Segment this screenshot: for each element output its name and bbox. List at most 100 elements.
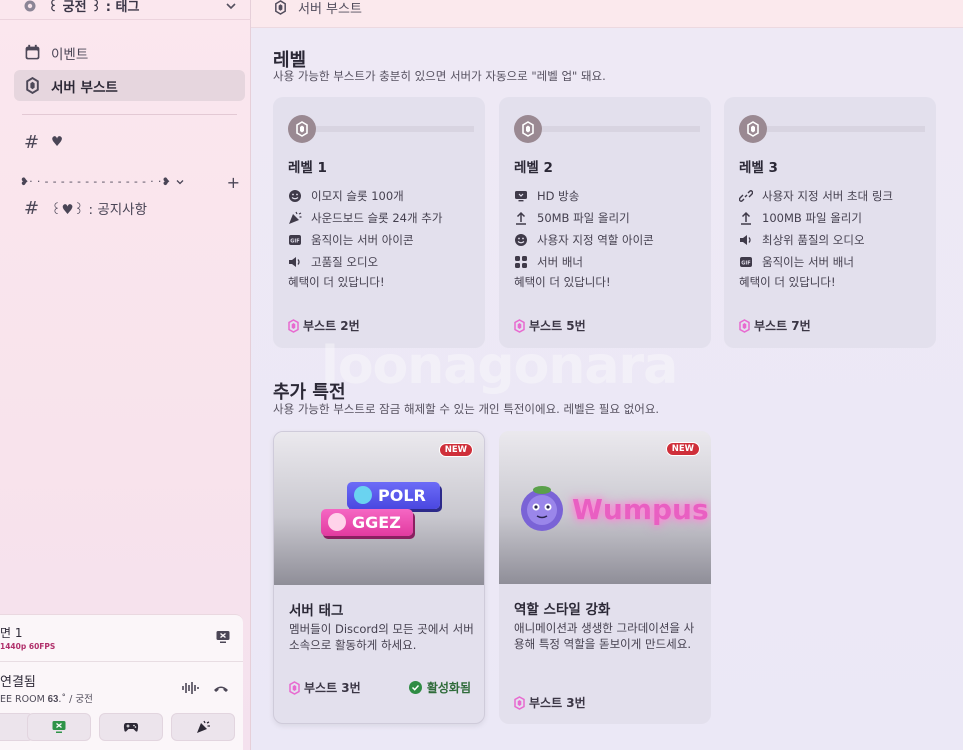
boost-gem-icon bbox=[275, 0, 286, 15]
boost-requirement: 부스트 3번 bbox=[514, 694, 586, 711]
new-badge: NEW bbox=[438, 443, 473, 457]
perk-item: 100MB 파일 올리기 bbox=[739, 207, 929, 229]
boost-gem-icon bbox=[26, 77, 39, 94]
boost-gem-icon bbox=[288, 318, 299, 333]
screen-icon bbox=[515, 191, 527, 202]
perk-item: HD 방송 bbox=[514, 185, 704, 207]
more-perks-text: 혜택이 더 있답니다! bbox=[514, 275, 611, 289]
perk-item: 사용자 지정 역할 아이콘 bbox=[514, 229, 704, 251]
feature-title: 서버 태그 bbox=[289, 603, 344, 619]
speaker-icon bbox=[289, 257, 300, 267]
boost-gem-icon bbox=[739, 318, 750, 333]
level-card-1: 레벨 1 이모지 슬롯 100개 사운드보드 슬롯 24개 추가 GIF 움직이는… bbox=[273, 97, 485, 348]
heart-icon bbox=[328, 513, 346, 531]
server-tag-card[interactable]: NEW POLR GGEZ 서버 태그 멤버들이 Discord의 모든 곳에서… bbox=[273, 431, 485, 724]
level-progress-bar bbox=[316, 126, 474, 132]
speaker-icon bbox=[740, 235, 751, 245]
category-label: ❥· · - - - - - - - - - - - - - · ·❥ bbox=[20, 176, 172, 188]
gamepad-icon bbox=[123, 723, 139, 732]
server-header[interactable]: ꒰ 궁전 ꒱ : 태그 bbox=[0, 0, 251, 20]
boost-gem-icon bbox=[514, 318, 525, 333]
voice-panel: 면 1 1440p 60FPS 연결됨 EE ROOM 𝟔𝟑.˚ / 궁전 bbox=[0, 614, 243, 750]
calendar-icon bbox=[25, 44, 40, 60]
role-style-illustration: NEW Wumpus bbox=[499, 431, 711, 584]
perk-item: 50MB 파일 올리기 bbox=[514, 207, 704, 229]
level-card-3: 레벨 3 사용자 지정 서버 초대 링크 100MB 파일 올리기 최상위 품질… bbox=[724, 97, 936, 348]
wumpus-icon bbox=[521, 486, 563, 531]
boost-gem-icon bbox=[289, 680, 300, 695]
soundboard-icon bbox=[289, 211, 302, 224]
perk-list: HD 방송 50MB 파일 올리기 사용자 지정 역할 아이콘 서버 배너 bbox=[514, 185, 704, 273]
stop-stream-icon[interactable] bbox=[215, 629, 231, 645]
wumpus-role-name: Wumpus bbox=[572, 493, 709, 526]
more-perks-text: 혜택이 더 있답니다! bbox=[288, 275, 385, 289]
level-badge bbox=[514, 115, 542, 143]
feature-description: 멤버들이 Discord의 모든 곳에서 서버 소속으로 활동하게 하세요. bbox=[289, 622, 474, 652]
new-badge: NEW bbox=[665, 442, 700, 456]
perk-list: 이모지 슬롯 100개 사운드보드 슬롯 24개 추가 GIF 움직이는 서버 아… bbox=[288, 185, 478, 273]
level-name: 레벨 2 bbox=[514, 160, 553, 176]
feature-description: 애니메이션과 생생한 그라데이션을 사용해 특정 역할을 돋보이게 만드세요. bbox=[514, 621, 695, 651]
channel-announcements[interactable]: # ꒰♥꒱ : 공지사항 bbox=[14, 196, 245, 220]
feature-title: 역할 스타일 강화 bbox=[514, 602, 611, 618]
channel-heart[interactable]: # ♥ bbox=[14, 130, 245, 154]
upload-icon bbox=[741, 211, 751, 225]
hash-icon: # bbox=[24, 131, 40, 153]
activity-button[interactable] bbox=[99, 713, 163, 741]
gif-icon: GIF bbox=[289, 235, 301, 245]
boost-requirement: 부스트 3번 bbox=[289, 679, 361, 696]
level-name: 레벨 1 bbox=[288, 160, 327, 176]
perk-item: 사운드보드 슬롯 24개 추가 bbox=[288, 207, 478, 229]
connection-channel[interactable]: EE ROOM 𝟔𝟑.˚ / 궁전 bbox=[0, 691, 93, 705]
page-header: 서버 부스트 bbox=[251, 0, 963, 28]
stream-title: 면 1 bbox=[0, 626, 23, 640]
role-style-card[interactable]: NEW Wumpus 역할 스타일 강화 애니메이션과 생생한 그라데이션을 사… bbox=[499, 431, 711, 724]
server-name: ꒰ 궁전 ꒱ : 태그 bbox=[48, 0, 140, 15]
perk-item: 최상위 품질의 오디오 bbox=[739, 229, 929, 251]
chevron-down-icon bbox=[176, 180, 184, 185]
perk-item: 고품질 오디오 bbox=[288, 251, 478, 273]
soundboard-button[interactable] bbox=[171, 713, 235, 741]
level-badge bbox=[288, 115, 316, 143]
sidebar-item-server-boost[interactable]: 서버 부스트 bbox=[14, 70, 245, 101]
tag-pill-polr: POLR bbox=[347, 482, 440, 509]
perk-item: 서버 배너 bbox=[514, 251, 704, 273]
chevron-down-icon[interactable] bbox=[225, 0, 237, 12]
active-status: 활성화됨 bbox=[408, 679, 471, 696]
sidebar-item-events[interactable]: 이벤트 bbox=[14, 37, 245, 68]
hash-icon: # bbox=[24, 197, 40, 219]
svg-text:GIF: GIF bbox=[290, 238, 299, 244]
boost-requirement: 부스트 5번 bbox=[514, 317, 586, 334]
more-perks-text: 혜택이 더 있답니다! bbox=[739, 275, 836, 289]
perk-item: GIF 움직이는 서버 배너 bbox=[739, 251, 929, 273]
perk-item: GIF 움직이는 서버 아이콘 bbox=[288, 229, 478, 251]
boost-gem-icon bbox=[296, 121, 308, 137]
tag-pill-ggez: GGEZ bbox=[321, 509, 413, 536]
sidebar-item-label: 서버 부스트 bbox=[51, 79, 118, 96]
boost-requirement: 부스트 7번 bbox=[739, 317, 811, 334]
upload-icon bbox=[516, 211, 526, 225]
voice-activity-icon[interactable] bbox=[181, 681, 199, 695]
channel-label: ♥ bbox=[51, 134, 64, 150]
boost-gem-icon bbox=[522, 121, 534, 137]
channel-sidebar: ꒰ 궁전 ꒱ : 태그 이벤트 서버 부스트 # ♥ ❥· · - - - - … bbox=[0, 0, 251, 750]
sidebar-divider bbox=[22, 114, 237, 115]
gear-icon bbox=[24, 0, 36, 11]
boost-gem-icon bbox=[514, 695, 525, 710]
emoji-icon bbox=[515, 234, 527, 246]
perk-item: 이모지 슬롯 100개 bbox=[288, 185, 478, 207]
add-channel-icon[interactable]: + bbox=[227, 173, 240, 192]
level-badge bbox=[739, 115, 767, 143]
level-progress-bar bbox=[542, 126, 700, 132]
emoji-icon bbox=[289, 190, 301, 202]
levels-subtitle: 사용 가능한 부스트가 충분히 있으면 서버가 자동으로 "레벨 업" 돼요. bbox=[273, 69, 606, 83]
tag-emblem-icon bbox=[354, 486, 372, 504]
level-card-2: 레벨 2 HD 방송 50MB 파일 올리기 사용자 지정 역할 아이콘 서버 … bbox=[499, 97, 711, 348]
boost-main: 레벨 사용 가능한 부스트가 충분히 있으면 서버가 자동으로 "레벨 업" 돼… bbox=[251, 28, 963, 750]
connection-status: 연결됨 bbox=[0, 675, 36, 690]
stream-quality: 1440p 60FPS bbox=[0, 642, 56, 651]
disconnect-icon[interactable] bbox=[212, 681, 230, 695]
screen-share-button[interactable] bbox=[27, 713, 91, 741]
gif-icon: GIF bbox=[740, 257, 752, 267]
channel-category[interactable]: ❥· · - - - - - - - - - - - - - · ·❥ + bbox=[20, 173, 240, 192]
